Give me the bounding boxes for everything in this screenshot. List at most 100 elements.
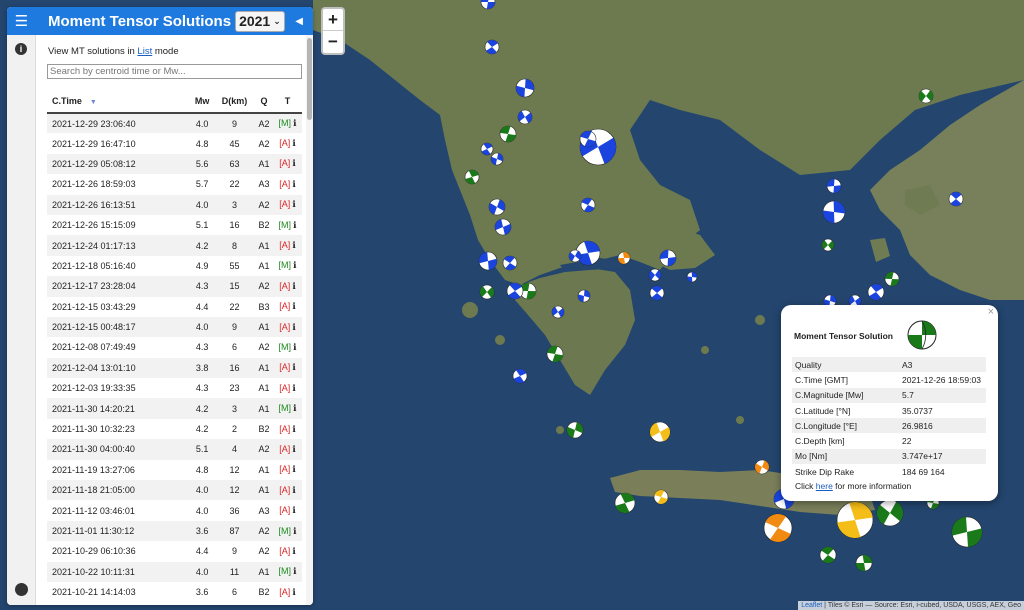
row-info-icon[interactable]: ℹ [292,383,295,393]
leaflet-link[interactable]: Leaflet [801,602,822,609]
info-icon[interactable]: i [15,43,27,55]
column-header-time[interactable]: C.Time ▼ [47,89,191,114]
beachball-marker[interactable] [499,125,517,143]
row-info-icon[interactable]: ℹ [292,485,295,495]
table-row[interactable]: 2021-12-24 01:17:13 4.2 8 A1 [A] ℹ [47,235,302,256]
column-header-q[interactable]: Q [255,89,273,114]
table-row[interactable]: 2021-12-26 16:13:51 4.0 3 A2 [A] ℹ [47,194,302,215]
row-info-icon[interactable]: ℹ [292,322,295,332]
more-info-link[interactable]: here [816,481,833,491]
beachball-marker[interactable] [819,546,837,564]
beachball-marker[interactable] [517,109,533,125]
table-row[interactable]: 2021-11-30 04:00:40 5.1 4 A2 [A] ℹ [47,439,302,460]
beachball-marker[interactable] [649,421,671,443]
beachball-marker[interactable] [948,191,964,207]
beachball-marker[interactable] [494,218,512,236]
beachball-marker[interactable] [763,513,793,543]
table-row[interactable]: 2021-12-04 13:01:10 3.8 16 A1 [A] ℹ [47,357,302,379]
row-info-icon[interactable]: ℹ [293,342,296,352]
caret-left-icon[interactable]: ◀ [295,16,303,27]
table-row[interactable]: 2021-11-30 14:20:21 4.2 3 A1 [M] ℹ [47,398,302,419]
beachball-marker[interactable] [566,421,584,439]
row-info-icon[interactable]: ℹ [292,424,295,434]
row-info-icon[interactable]: ℹ [292,444,295,454]
year-select[interactable]: 2021 ⌄ [235,10,285,32]
row-info-icon[interactable]: ℹ [293,260,296,270]
scrollbar-thumb[interactable] [307,38,312,120]
table-row[interactable]: 2021-12-15 03:43:29 4.4 22 B3 [A] ℹ [47,297,302,317]
table-row[interactable]: 2021-10-21 14:14:03 3.6 6 B2 [A] ℹ [47,582,302,602]
beachball-marker[interactable] [512,368,528,384]
beachball-marker[interactable] [876,499,904,527]
github-icon[interactable] [15,583,28,596]
beachball-marker[interactable] [480,0,496,10]
table-row[interactable]: 2021-11-01 11:30:12 3.6 87 A2 [M] ℹ [47,520,302,542]
beachball-marker[interactable] [478,251,498,271]
beachball-marker[interactable] [479,284,495,300]
beachball-marker[interactable] [464,169,480,185]
hamburger-icon[interactable]: ☰ [7,12,36,30]
row-info-icon[interactable]: ℹ [292,138,295,148]
row-info-icon[interactable]: ℹ [292,199,295,209]
beachball-marker[interactable] [506,282,524,300]
table-row[interactable]: 2021-12-08 07:49:49 4.3 6 A2 [M] ℹ [47,337,302,357]
beachball-marker[interactable] [822,200,846,224]
row-info-icon[interactable]: ℹ [293,526,296,536]
table-row[interactable]: 2021-10-29 06:10:36 4.4 9 A2 [A] ℹ [47,541,302,561]
beachball-marker[interactable] [617,251,631,265]
row-info-icon[interactable]: ℹ [292,546,295,556]
beachball-marker[interactable] [546,345,564,363]
row-info-icon[interactable]: ℹ [292,281,295,291]
beachball-marker[interactable] [551,305,565,319]
beachball-marker[interactable] [488,198,506,216]
beachball-marker[interactable] [884,271,900,287]
beachball-marker[interactable] [648,268,662,282]
beachball-marker[interactable] [490,152,504,166]
beachball-marker[interactable] [836,501,874,539]
column-header-mw[interactable]: Mw [190,89,214,114]
beachball-marker[interactable] [502,255,518,271]
beachball-marker[interactable] [855,554,873,572]
beachball-marker[interactable] [867,283,885,301]
beachball-marker[interactable] [614,492,636,514]
beachball-marker[interactable] [568,249,582,263]
row-info-icon[interactable]: ℹ [292,505,295,515]
list-mode-link[interactable]: List [137,46,152,57]
table-row[interactable]: 2021-12-17 23:28:04 4.3 15 A2 [A] ℹ [47,276,302,297]
beachball-marker[interactable] [951,516,983,548]
beachball-marker[interactable] [579,130,597,148]
beachball-marker[interactable] [577,289,591,303]
table-row[interactable]: 2021-11-30 10:32:23 4.2 2 B2 [A] ℹ [47,419,302,439]
beachball-marker[interactable] [754,459,770,475]
beachball-marker[interactable] [580,197,596,213]
table-row[interactable]: 2021-12-03 19:33:35 4.3 23 A1 [A] ℹ [47,378,302,398]
beachball-marker[interactable] [826,178,842,194]
table-row[interactable]: 2021-12-29 23:06:40 4.0 9 A2 [M] ℹ [47,113,302,134]
beachball-marker[interactable] [484,39,500,55]
beachball-marker[interactable] [480,142,494,156]
row-info-icon[interactable]: ℹ [292,362,295,372]
table-row[interactable]: 2021-10-22 10:11:31 4.0 11 A1 [M] ℹ [47,561,302,582]
table-row[interactable]: 2021-11-18 21:05:00 4.0 12 A1 [A] ℹ [47,480,302,501]
row-info-icon[interactable]: ℹ [292,179,295,189]
beachball-marker[interactable] [653,489,669,505]
sidebar-scrollbar[interactable] [306,35,313,605]
column-header-depth[interactable]: D(km) [213,89,256,114]
close-icon[interactable]: × [988,306,994,318]
beachball-marker[interactable] [821,238,835,252]
row-info-icon[interactable]: ℹ [293,403,296,413]
row-info-icon[interactable]: ℹ [293,118,296,128]
column-header-t[interactable]: T [272,89,302,114]
table-row[interactable]: 2021-11-19 13:27:06 4.8 12 A1 [A] ℹ [47,460,302,480]
row-info-icon[interactable]: ℹ [293,566,296,576]
table-row[interactable]: 2021-12-18 05:16:40 4.9 55 A1 [M] ℹ [47,256,302,276]
search-input[interactable]: Search by centroid time or Mw... [47,64,302,79]
beachball-marker[interactable] [659,249,677,267]
row-info-icon[interactable]: ℹ [292,240,295,250]
beachball-marker[interactable] [649,285,665,301]
beachball-marker[interactable] [686,271,698,283]
beachball-marker[interactable] [918,88,934,104]
zoom-out-button[interactable]: − [323,31,343,53]
row-info-icon[interactable]: ℹ [293,220,296,230]
zoom-in-button[interactable]: + [323,9,343,31]
